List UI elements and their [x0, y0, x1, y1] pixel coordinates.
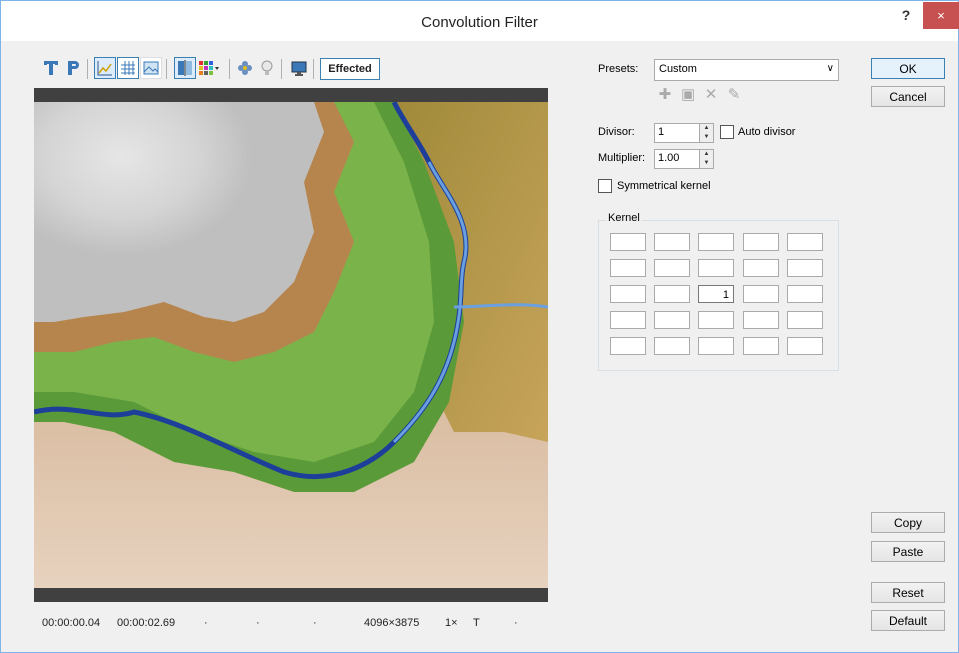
zoom-label: 1×	[445, 617, 458, 629]
kernel-cell[interactable]	[787, 285, 823, 303]
toolbar-separator	[281, 59, 282, 79]
kernel-cell[interactable]	[654, 285, 690, 303]
kernel-cell[interactable]	[654, 233, 690, 251]
kernel-cell[interactable]: 1	[698, 285, 734, 303]
kernel-cell[interactable]	[698, 233, 734, 251]
time-current: 00:00:00.04	[42, 617, 101, 629]
divisor-label: Divisor:	[598, 126, 635, 138]
presets-dropdown[interactable]: Custom ∨	[654, 59, 839, 81]
kernel-cell[interactable]	[654, 337, 690, 355]
delete-preset-icon[interactable]: ✕	[704, 87, 718, 102]
kernel-cell[interactable]	[787, 233, 823, 251]
multiplier-label: Multiplier:	[598, 152, 646, 164]
save-preset-icon[interactable]: ▣	[681, 87, 695, 102]
stepper-arrows-icon[interactable]: ▲ ▼	[699, 150, 713, 168]
presets-value: Custom	[659, 63, 697, 75]
symmetrical-kernel-checkbox[interactable]	[598, 179, 612, 193]
chevron-down-icon: ∨	[826, 63, 834, 74]
status-dot: ·	[313, 617, 317, 629]
bulb-icon[interactable]	[258, 59, 276, 77]
grid-icon[interactable]	[117, 57, 139, 79]
preview-canvas[interactable]	[34, 88, 548, 602]
status-dot: ·	[514, 617, 518, 629]
kernel-cell[interactable]	[743, 311, 779, 329]
kernel-cell[interactable]	[743, 259, 779, 277]
resolution-label: 4096×3875	[364, 617, 420, 629]
divisor-value: 1	[658, 126, 665, 138]
palette-icon[interactable]	[198, 59, 220, 77]
kernel-cell[interactable]	[610, 259, 646, 277]
kernel-cell[interactable]	[787, 311, 823, 329]
ok-button[interactable]: OK	[871, 58, 945, 79]
status-dot: ·	[256, 617, 260, 629]
kernel-cell[interactable]	[743, 233, 779, 251]
monitor-icon[interactable]	[290, 59, 308, 77]
time-total: 00:00:02.69	[117, 617, 176, 629]
kernel-cell[interactable]	[743, 337, 779, 355]
paste-button[interactable]: Paste	[871, 541, 945, 562]
add-preset-icon[interactable]: ✚	[658, 87, 672, 102]
kernel-title: Kernel	[606, 212, 642, 224]
kernel-cell[interactable]	[787, 259, 823, 277]
divisor-stepper[interactable]: 1 ▲ ▼	[654, 123, 714, 143]
help-button[interactable]: ?	[886, 4, 926, 30]
toolbar-separator	[166, 59, 167, 79]
stepper-arrows-icon[interactable]: ▲ ▼	[699, 124, 713, 142]
image-icon[interactable]	[140, 57, 162, 79]
window-title: Convolution Filter	[421, 14, 538, 31]
terrain-image	[34, 102, 548, 588]
kernel-cell[interactable]	[698, 259, 734, 277]
symmetrical-kernel-label: Symmetrical kernel	[617, 180, 711, 192]
kernel-cell[interactable]	[698, 337, 734, 355]
kernel-cell[interactable]	[654, 259, 690, 277]
auto-divisor-label: Auto divisor	[738, 126, 796, 138]
default-button[interactable]: Default	[871, 610, 945, 631]
text-icon[interactable]	[42, 59, 60, 77]
toolbar-separator	[313, 59, 314, 79]
cancel-button[interactable]: Cancel	[871, 86, 945, 107]
copy-button[interactable]: Copy	[871, 512, 945, 533]
kernel-cell[interactable]	[610, 285, 646, 303]
toolbar-separator	[87, 59, 88, 79]
reset-button[interactable]: Reset	[871, 582, 945, 603]
kernel-cell[interactable]	[610, 233, 646, 251]
effected-toggle-button[interactable]: Effected	[320, 58, 380, 80]
multiplier-value: 1.00	[658, 152, 680, 164]
close-button[interactable]: ×	[923, 2, 959, 29]
chart-icon[interactable]	[94, 57, 116, 79]
status-dot: ·	[204, 617, 208, 629]
presets-label: Presets:	[598, 63, 639, 75]
kernel-cell[interactable]	[610, 311, 646, 329]
p-icon[interactable]	[64, 59, 82, 77]
multiplier-stepper[interactable]: 1.00 ▲ ▼	[654, 149, 714, 169]
auto-divisor-checkbox[interactable]	[720, 125, 734, 139]
title-bar: Convolution Filter ? ×	[1, 1, 959, 41]
kernel-cell[interactable]	[610, 337, 646, 355]
kernel-cell[interactable]	[654, 311, 690, 329]
edit-preset-icon[interactable]: ✎	[727, 87, 741, 102]
mode-label: T	[473, 617, 480, 629]
toolbar-separator	[229, 59, 230, 79]
kernel-cell[interactable]	[787, 337, 823, 355]
kernel-cell[interactable]	[698, 311, 734, 329]
flower-icon[interactable]	[236, 59, 254, 77]
kernel-cell[interactable]	[743, 285, 779, 303]
split-icon[interactable]	[174, 57, 196, 79]
